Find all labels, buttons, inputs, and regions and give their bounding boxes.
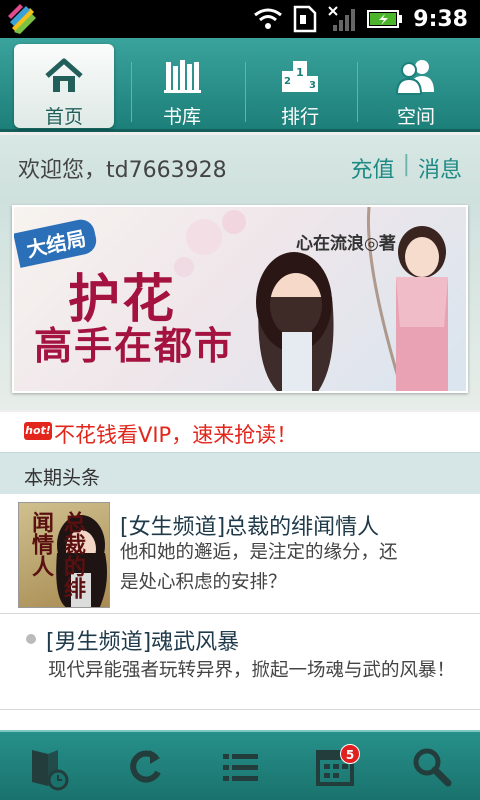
sim-card-icon	[294, 5, 317, 33]
greeting-bar: 欢迎您，td7663928 充值 | 消息	[0, 135, 480, 197]
article-list: 总裁的绯闻情人 [女生频道]总裁的绯闻情人 他和她的邂逅，是注定的缘分，还 是处…	[0, 494, 480, 730]
tab-ranking[interactable]: 1 2 3 排行	[250, 44, 350, 128]
article-desc-line2: 是处心积虑的安排？	[120, 572, 287, 593]
bookshelf-clock-icon	[32, 750, 69, 791]
banner-title-line2: 高手在都市	[34, 323, 235, 368]
search-icon	[413, 748, 452, 787]
signal-icon	[328, 6, 356, 31]
article-title: [女生频道]总裁的绯闻情人	[120, 515, 380, 540]
battery-icon	[367, 10, 403, 28]
list-icon	[223, 754, 258, 781]
vip-promo[interactable]: hot! 不花钱看VIP，速来抢读！	[0, 412, 480, 452]
svg-text:3: 3	[309, 80, 316, 91]
banner-author: 心在流浪◎著	[296, 234, 396, 254]
wifi-icon	[254, 8, 283, 29]
tab-home-label: 首页	[44, 106, 83, 128]
greeting-actions: 充值 | 消息	[351, 152, 462, 184]
tab-library[interactable]: 书库	[132, 44, 232, 128]
list-item[interactable]: 总裁的绯闻情人 [女生频道]总裁的绯闻情人 他和她的邂逅，是注定的缘分，还 是处…	[0, 494, 480, 614]
clock: 9:38	[413, 6, 468, 32]
banner-area: 大结局 心在流浪◎著 护花 高手在都市	[0, 197, 480, 410]
hot-badge: hot!	[24, 422, 52, 440]
welcome-text: 欢迎您，td7663928	[18, 158, 227, 183]
section-header: 本期头条	[0, 452, 480, 494]
tab-space[interactable]: 空间	[366, 44, 466, 128]
recharge-link[interactable]: 充值	[351, 152, 395, 184]
bottom-toolbar	[0, 730, 480, 800]
vip-promo-text: 不花钱看VIP，速来抢读！	[54, 423, 298, 447]
tab-home[interactable]: 首页	[14, 44, 114, 128]
list-item[interactable]: [男生频道]魂武风暴 现代异能强者玩转异界，掀起一场魂与武的风暴！	[0, 614, 480, 710]
nav-divider	[357, 62, 358, 122]
messages-link[interactable]: 消息	[418, 152, 462, 184]
notification-badge: 5	[340, 744, 360, 764]
top-nav: 首页 书库 1 2 3 排行 空间	[0, 38, 480, 132]
search-button[interactable]	[406, 742, 456, 792]
bookshelf-icon	[164, 60, 201, 93]
book-cover-title: 总裁的绯闻情人	[28, 511, 86, 599]
article-desc-line1: 他和她的邂逅，是注定的缘分，还	[120, 542, 398, 563]
nav-divider	[245, 62, 246, 122]
tab-library-label: 书库	[162, 106, 201, 128]
bullet-icon	[26, 634, 36, 644]
list-button[interactable]	[215, 742, 265, 792]
section-title: 本期头条	[24, 467, 101, 489]
link-separator: |	[402, 152, 410, 177]
article-desc: 现代异能强者玩转异界，掀起一场魂与武的风暴！	[48, 660, 456, 681]
refresh-icon	[130, 750, 161, 783]
promo-banner[interactable]: 大结局 心在流浪◎著 护花 高手在都市	[12, 205, 468, 393]
svg-text:1: 1	[296, 66, 304, 79]
bookshelf-button[interactable]	[22, 742, 72, 792]
status-bar: 9:38	[0, 0, 480, 38]
podium-icon: 1 2 3	[282, 61, 318, 92]
tab-space-label: 空间	[396, 106, 435, 128]
refresh-button[interactable]	[120, 742, 170, 792]
home-icon	[45, 58, 83, 92]
app-logo-icon	[8, 4, 36, 34]
svg-text:2: 2	[284, 76, 291, 87]
book-cover: 总裁的绯闻情人	[18, 502, 110, 608]
article-title: [男生频道]魂武风暴	[46, 630, 240, 655]
users-icon	[396, 60, 434, 95]
tab-ranking-label: 排行	[280, 106, 319, 128]
